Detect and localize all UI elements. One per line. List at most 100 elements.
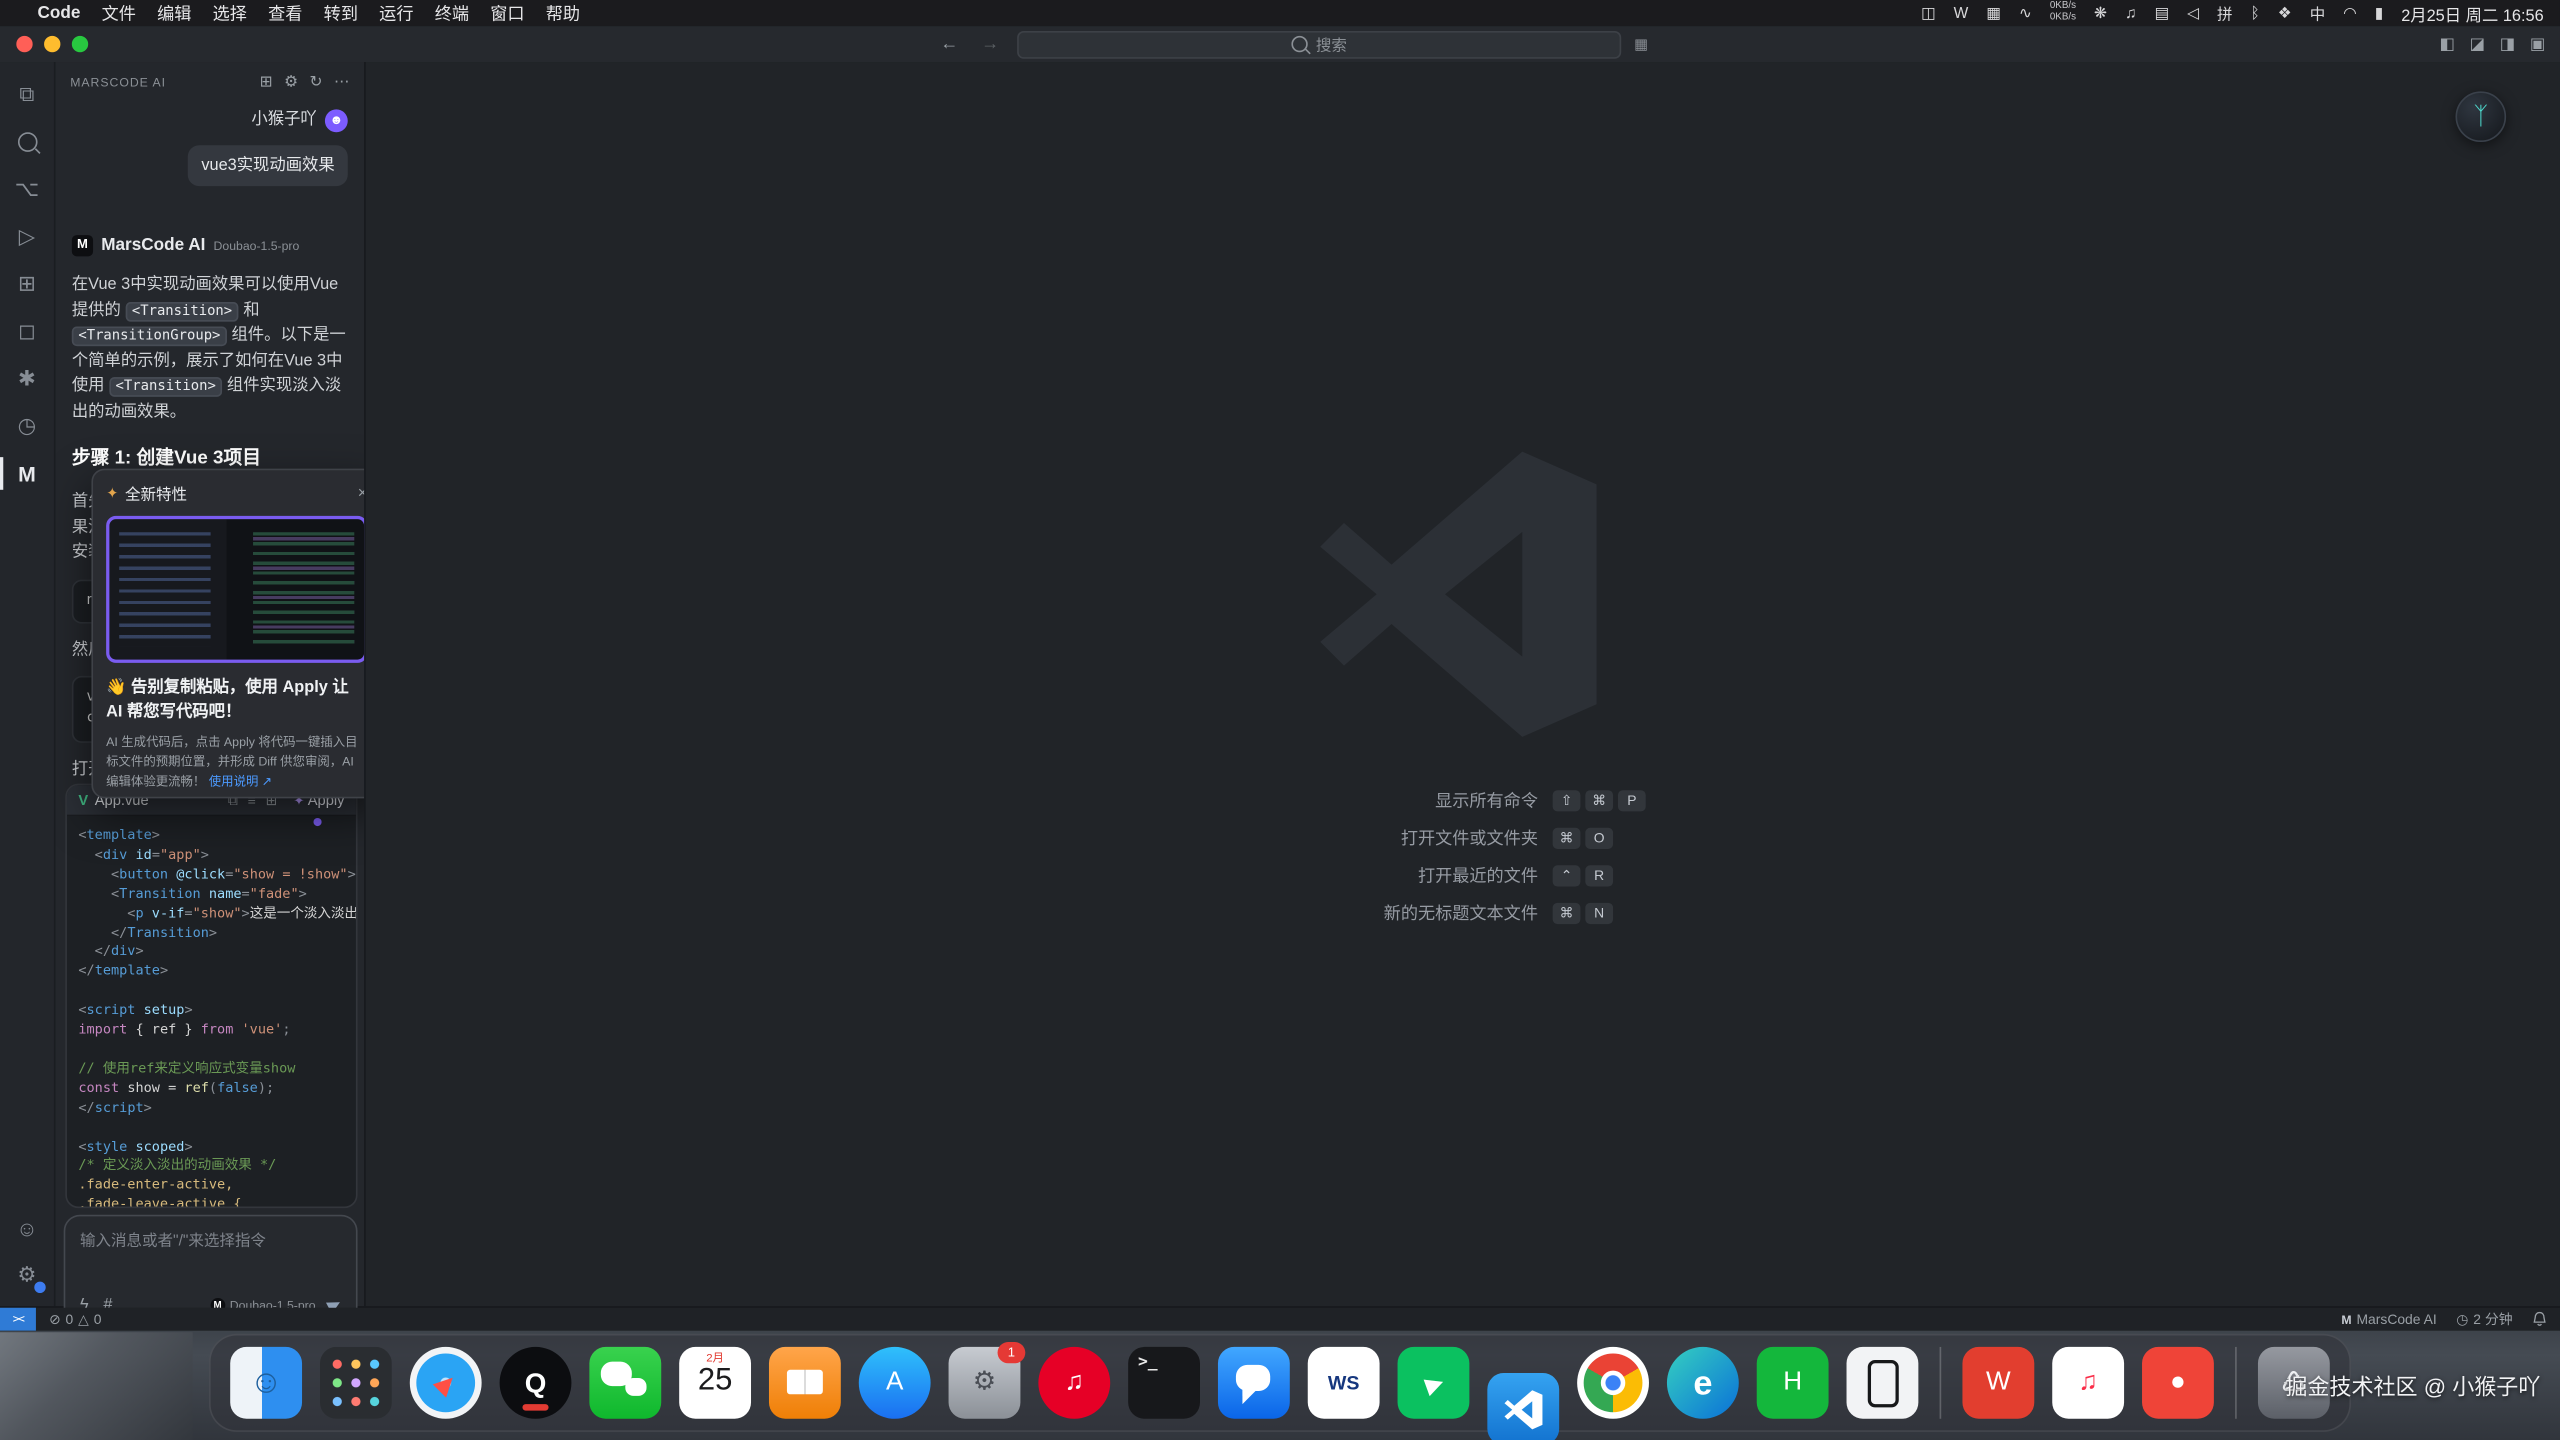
dock-wps-red[interactable]: W	[1962, 1347, 2034, 1419]
wechat-status-icon[interactable]: W	[1954, 4, 1969, 22]
notifications-bell-icon[interactable]	[2532, 1311, 2547, 1327]
activitybar-settings[interactable]: ⚙	[6, 1254, 48, 1296]
dock-music-red-circle[interactable]: ♫	[1038, 1347, 1110, 1419]
menubar-menu[interactable]: 运行	[379, 1, 413, 25]
new-chat-icon[interactable]: ⊞	[260, 73, 273, 91]
close-icon[interactable]: ×	[358, 484, 366, 502]
volume-icon[interactable]: ◁	[2187, 4, 2199, 22]
books-icon	[769, 1347, 841, 1419]
menubar-menu[interactable]: 查看	[268, 1, 302, 25]
dock-hbuilderx[interactable]: H	[1757, 1347, 1829, 1419]
dock-app-store[interactable]: A	[859, 1347, 931, 1419]
menubar-menu[interactable]: 选择	[213, 1, 247, 25]
context-hash-icon[interactable]: #	[103, 1296, 112, 1307]
activitybar-plugin[interactable]: ✱	[6, 358, 48, 400]
key-cap: N	[1585, 902, 1613, 923]
activitybar-marscode[interactable]: M	[6, 452, 48, 494]
problems-indicator[interactable]: ⊘0 △0	[49, 1310, 101, 1328]
activity-monitor-icon[interactable]: ∿	[2019, 4, 2032, 22]
dock-calendar[interactable]: 2月25	[679, 1347, 751, 1419]
code-card-body: <template> <div id="app"> <button @click…	[67, 816, 356, 1208]
dock-wps-office[interactable]: WS	[1308, 1347, 1380, 1419]
activitybar-search[interactable]	[6, 121, 48, 163]
dock-edge[interactable]: e	[1667, 1347, 1739, 1419]
menubar-menu[interactable]: 文件	[102, 1, 136, 25]
floating-assistant-button[interactable]: ᛉ	[2456, 91, 2507, 142]
dock-safari[interactable]: ▶	[410, 1347, 482, 1419]
menubar-menu[interactable]: 窗口	[490, 1, 524, 25]
activitybar-source-control[interactable]: ⌥	[6, 168, 48, 210]
close-window-button[interactable]	[16, 36, 32, 52]
dock-qq[interactable]: Q	[500, 1347, 572, 1419]
key-cap: ⌘	[1585, 789, 1613, 810]
user-avatar: ☻	[325, 109, 348, 132]
statusbar-timer[interactable]: ◷ 2 分钟	[2456, 1309, 2512, 1329]
ime-pinyin-icon[interactable]: 拼	[2217, 2, 2233, 25]
panel-settings-icon[interactable]: ⚙	[284, 73, 298, 91]
nav-forward-button[interactable]: →	[970, 34, 1011, 54]
activitybar-history[interactable]: ◷	[6, 405, 48, 447]
dock-vscode[interactable]	[1487, 1347, 1559, 1419]
nav-back-button[interactable]: ←	[929, 34, 970, 54]
display-icon[interactable]: ▤	[2155, 4, 2170, 22]
screen-mirror-icon[interactable]: ◫	[1921, 4, 1936, 22]
activitybar-remote[interactable]: ◻	[6, 310, 48, 352]
dock-red-app[interactable]: ●	[2142, 1347, 2214, 1419]
layout-dropdown-icon[interactable]: ▦	[1634, 35, 1648, 53]
battery-icon[interactable]: ▮	[2375, 4, 2384, 22]
iphone-mirroring-icon	[1847, 1347, 1919, 1419]
app-menu[interactable]: Code	[38, 3, 81, 23]
docs-link[interactable]: 使用说明 ↗	[209, 773, 272, 788]
code-line: .fade-enter-active,	[78, 1176, 344, 1195]
control-center-icon[interactable]: ❖	[2278, 4, 2292, 22]
marscode-icon: M	[18, 461, 36, 485]
activitybar-run-debug[interactable]: ▷	[6, 216, 48, 258]
model-selector[interactable]: M Doubao-1.5-pro	[210, 1298, 315, 1308]
wifi-icon[interactable]: ◠	[2343, 4, 2357, 22]
dock-system-settings[interactable]: ⚙1	[949, 1347, 1021, 1419]
key-cap: ⌘	[1553, 827, 1581, 848]
dock-chrome[interactable]	[1577, 1347, 1649, 1419]
chat-input-placeholder: 输入消息或者"/"来选择指令	[80, 1228, 341, 1251]
toggle-secondary-sidebar-icon[interactable]: ◨	[2500, 35, 2515, 53]
activitybar-extensions[interactable]: ⊞	[6, 263, 48, 305]
send-button[interactable]: ▶	[325, 1294, 345, 1307]
paw-icon[interactable]: ❋	[2094, 4, 2107, 22]
dock-finder[interactable]: ☺	[230, 1347, 302, 1419]
dock-iphone-mirroring[interactable]	[1847, 1347, 1919, 1419]
quick-command-icon[interactable]: ϟ	[80, 1296, 89, 1307]
minimize-window-button[interactable]	[44, 36, 60, 52]
dock-chat-blue[interactable]	[1218, 1347, 1290, 1419]
ime-zh-icon[interactable]: 中	[2310, 2, 2326, 25]
model-logo-icon: M	[210, 1298, 225, 1308]
menubar-menu[interactable]: 转到	[324, 1, 358, 25]
dock-wechat[interactable]	[589, 1347, 661, 1419]
menubar-menu[interactable]: 终端	[435, 1, 469, 25]
vscode-window: ← → 搜索 ▦ ◧ ◪ ◨ ▣ ⧉ ⌥ ▷ ⊞ ◻ ✱ ◷ M ☺	[0, 26, 2560, 1330]
toggle-primary-sidebar-icon[interactable]: ◧	[2439, 35, 2454, 53]
menubar-menu[interactable]: 编辑	[157, 1, 191, 25]
inline-code: <TransitionGroup>	[72, 327, 227, 347]
music-status-icon[interactable]: ♫	[2125, 4, 2137, 22]
activitybar-explorer[interactable]: ⧉	[6, 73, 48, 115]
dock-books[interactable]	[769, 1347, 841, 1419]
menubar-menu[interactable]: 帮助	[546, 1, 580, 25]
command-center-search[interactable]: 搜索	[1017, 30, 1621, 58]
grid-icon[interactable]: ▦	[1986, 4, 2001, 22]
customize-layout-icon[interactable]: ▣	[2530, 35, 2545, 53]
dock-apple-music[interactable]: ♫	[2052, 1347, 2124, 1419]
toggle-panel-icon[interactable]: ◪	[2470, 35, 2485, 53]
chat-history-icon[interactable]: ↻	[309, 73, 322, 91]
statusbar-marscode[interactable]: M MarsCode AI	[2341, 1311, 2436, 1327]
bluetooth-icon[interactable]: ᛒ	[2251, 4, 2260, 22]
zoom-window-button[interactable]	[72, 36, 88, 52]
menubar-clock[interactable]: 2月25日 周二 16:56	[2401, 1, 2543, 25]
dock-launchpad[interactable]	[320, 1347, 392, 1419]
chat-input[interactable]: 输入消息或者"/"来选择指令 ϟ # M Doubao-1.5-pro ▶	[64, 1215, 358, 1308]
remote-indicator-button[interactable]: ><	[0, 1308, 36, 1331]
files-icon: ⧉	[19, 82, 34, 108]
activitybar-account[interactable]: ☺	[6, 1207, 48, 1249]
more-actions-icon[interactable]: ⋯	[334, 73, 350, 91]
dock-terminal[interactable]: >_	[1128, 1347, 1200, 1419]
dock-wechat-input[interactable]: ▶	[1398, 1347, 1470, 1419]
